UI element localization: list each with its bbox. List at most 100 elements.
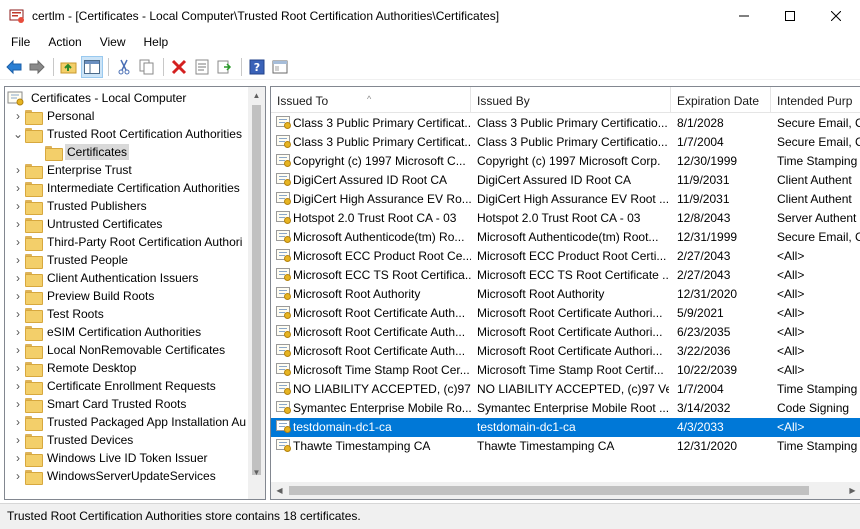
chevron-right-icon[interactable]: ›	[11, 269, 25, 287]
table-row[interactable]: Hotspot 2.0 Trust Root CA - 03 Hotspot 2.…	[271, 209, 860, 228]
chevron-right-icon[interactable]: ›	[11, 107, 25, 125]
tree-item-untrusted-certificates[interactable]: › Untrusted Certificates	[11, 215, 164, 233]
scroll-right-icon[interactable]: ▶	[844, 482, 860, 499]
tree-item-trusted-root-certification-authorities[interactable]: ⌄ Trusted Root Certification Authorities	[11, 125, 244, 143]
minimize-button[interactable]	[721, 0, 767, 32]
chevron-right-icon[interactable]: ›	[11, 197, 25, 215]
tree-item-certificate-enrollment-requests[interactable]: › Certificate Enrollment Requests	[11, 377, 218, 395]
certificate-list[interactable]: Issued To ^ Issued By Expiration Date In…	[270, 86, 860, 500]
chevron-right-icon[interactable]: ›	[11, 233, 25, 251]
tree-item-client-authentication-issuers[interactable]: › Client Authentication Issuers	[11, 269, 200, 287]
tree-item-third-party-root-certification-authorities[interactable]: › Third-Party Root Certification Authori	[11, 233, 244, 251]
column-header-expiration-date[interactable]: Expiration Date	[671, 87, 771, 113]
column-header-issued-to[interactable]: Issued To ^	[271, 87, 471, 113]
tree-item-intermediate-certification-authorities[interactable]: › Intermediate Certification Authorities	[11, 179, 242, 197]
tree-item-label: Local NonRemovable Certificates	[47, 343, 226, 357]
export-list-button[interactable]	[214, 56, 236, 78]
forward-button[interactable]	[26, 56, 48, 78]
view-button[interactable]	[269, 56, 291, 78]
chevron-right-icon[interactable]: ›	[11, 251, 25, 269]
tree-item-certificates[interactable]: Certificates	[31, 143, 130, 161]
chevron-right-icon[interactable]: ›	[11, 287, 25, 305]
tree-item-label: Smart Card Trusted Roots	[47, 397, 187, 411]
maximize-button[interactable]	[767, 0, 813, 32]
table-row[interactable]: Microsoft Root Certificate Auth... Micros…	[271, 323, 860, 342]
table-row[interactable]: Class 3 Public Primary Certificat... Clas…	[271, 114, 860, 133]
cut-button[interactable]	[113, 56, 135, 78]
chevron-down-icon[interactable]: ⌄	[11, 125, 25, 143]
chevron-right-icon[interactable]: ›	[11, 341, 25, 359]
tree-item-trusted-people[interactable]: › Trusted People	[11, 251, 130, 269]
column-header-intended-purposes[interactable]: Intended Purp	[771, 87, 860, 113]
table-row[interactable]: Class 3 Public Primary Certificat... Clas…	[271, 133, 860, 152]
tree-item-preview-build-roots[interactable]: › Preview Build Roots	[11, 287, 156, 305]
table-row[interactable]: Thawte Timestamping CA Thawte Timestampin…	[271, 437, 860, 456]
table-row[interactable]: Microsoft ECC TS Root Certifica... Micros…	[271, 266, 860, 285]
chevron-right-icon[interactable]: ›	[11, 359, 25, 377]
table-row[interactable]: DigiCert High Assurance EV Ro... DigiCert…	[271, 190, 860, 209]
chevron-right-icon[interactable]: ›	[11, 305, 25, 323]
chevron-right-icon[interactable]: ›	[11, 467, 25, 485]
chevron-right-icon[interactable]: ›	[11, 449, 25, 467]
tree-item-windows-live-id-token-issuer[interactable]: › Windows Live ID Token Issuer	[11, 449, 210, 467]
tree-item-remote-desktop[interactable]: › Remote Desktop	[11, 359, 138, 377]
tree-item-label: Trusted Root Certification Authorities	[47, 127, 242, 141]
list-horizontal-scrollbar[interactable]: ◀ ▶	[271, 482, 860, 499]
tree-item-certificates-local-computer[interactable]: Certificates - Local Computer	[7, 89, 188, 107]
table-row[interactable]: testdomain-dc1-ca testdomain-dc1-ca 4/3/20…	[271, 418, 860, 437]
scrollbar-thumb[interactable]	[252, 105, 261, 475]
chevron-right-icon[interactable]: ›	[11, 395, 25, 413]
tree-item-test-roots[interactable]: › Test Roots	[11, 305, 106, 323]
tree-item-esim-certification-authorities[interactable]: › eSIM Certification Authorities	[11, 323, 203, 341]
tree-item-enterprise-trust[interactable]: › Enterprise Trust	[11, 161, 134, 179]
menu-help[interactable]: Help	[133, 32, 176, 52]
help-button[interactable]: ?	[246, 56, 268, 78]
cell-intended-purposes: Code Signing	[777, 401, 850, 415]
tree-item-smart-card-trusted-roots[interactable]: › Smart Card Trusted Roots	[11, 395, 188, 413]
table-row[interactable]: NO LIABILITY ACCEPTED, (c)97 ... NO LIABI…	[271, 380, 860, 399]
delete-button[interactable]	[168, 56, 190, 78]
table-row[interactable]: Microsoft Root Certificate Auth... Micros…	[271, 304, 860, 323]
chevron-right-icon[interactable]: ›	[11, 431, 25, 449]
menu-view[interactable]: View	[89, 32, 133, 52]
toolbar-separator	[53, 57, 54, 76]
properties-button[interactable]	[191, 56, 213, 78]
table-row[interactable]: Microsoft Root Authority Microsoft Root A…	[271, 285, 860, 304]
scroll-up-icon[interactable]: ▲	[248, 87, 265, 104]
chevron-right-icon[interactable]: ›	[11, 179, 25, 197]
tree-item-local-nonremovable-certificates[interactable]: › Local NonRemovable Certificates	[11, 341, 227, 359]
cell-issued-to: Thawte Timestamping CA	[293, 439, 431, 453]
menu-file[interactable]: File	[0, 32, 37, 52]
console-tree[interactable]: Certificates - Local Computer › Personal…	[4, 86, 266, 500]
tree-vertical-scrollbar[interactable]: ▲ ▼	[248, 87, 265, 499]
scroll-down-icon[interactable]: ▼	[248, 464, 265, 481]
close-button[interactable]	[813, 0, 859, 32]
menu-action[interactable]: Action	[37, 32, 88, 52]
tree-item-windowsserverupdateservices[interactable]: › WindowsServerUpdateServices	[11, 467, 218, 485]
table-row[interactable]: Symantec Enterprise Mobile Ro... Symantec…	[271, 399, 860, 418]
chevron-right-icon[interactable]: ›	[11, 377, 25, 395]
chevron-right-icon[interactable]: ›	[11, 161, 25, 179]
table-row[interactable]: Microsoft ECC Product Root Ce... Microsof…	[271, 247, 860, 266]
table-row[interactable]: Microsoft Root Certificate Auth... Micros…	[271, 342, 860, 361]
table-row[interactable]: Copyright (c) 1997 Microsoft C... Copyrig…	[271, 152, 860, 171]
chevron-right-icon[interactable]: ›	[11, 323, 25, 341]
chevron-right-icon[interactable]: ›	[11, 215, 25, 233]
tree-item-trusted-publishers[interactable]: › Trusted Publishers	[11, 197, 149, 215]
table-row[interactable]: Microsoft Authenticode(tm) Ro... Microsof…	[271, 228, 860, 247]
chevron-right-icon[interactable]: ›	[11, 413, 25, 431]
status-bar: Trusted Root Certification Authorities s…	[0, 503, 860, 529]
scrollbar-thumb[interactable]	[289, 486, 809, 495]
tree-item-label: Certificates - Local Computer	[31, 91, 187, 105]
back-button[interactable]	[3, 56, 25, 78]
show-hide-console-tree-button[interactable]	[81, 55, 103, 78]
tree-item-personal[interactable]: › Personal	[11, 107, 96, 125]
table-row[interactable]: Microsoft Time Stamp Root Cer... Microsof…	[271, 361, 860, 380]
tree-item-trusted-packaged-app-installation-authorities[interactable]: › Trusted Packaged App Installation Au	[11, 413, 248, 431]
table-row[interactable]: DigiCert Assured ID Root CA DigiCert Assu…	[271, 171, 860, 190]
column-header-issued-by[interactable]: Issued By	[471, 87, 671, 113]
copy-button[interactable]	[136, 56, 158, 78]
scroll-left-icon[interactable]: ◀	[271, 482, 288, 499]
tree-item-trusted-devices[interactable]: › Trusted Devices	[11, 431, 135, 449]
up-one-level-button[interactable]	[58, 56, 80, 78]
